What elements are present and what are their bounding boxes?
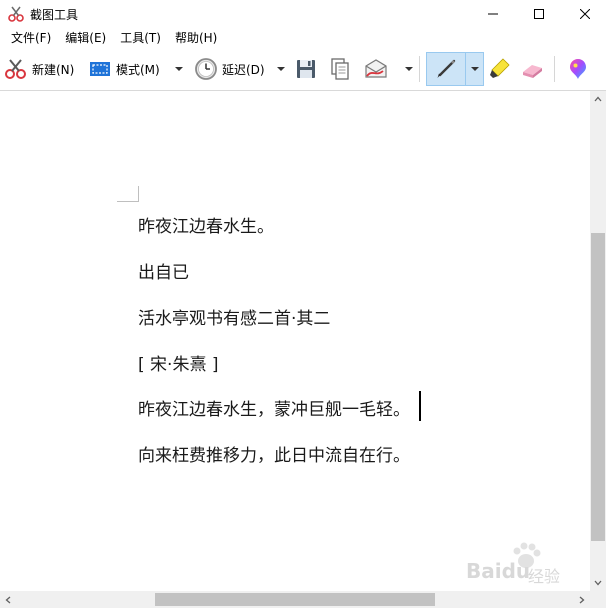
doc-line: 昨夜江边春水生，蒙冲巨舰一毛轻。 [138,400,410,420]
menu-edit[interactable]: 编辑(E) [58,28,113,48]
menu-tools[interactable]: 工具(T) [113,28,168,48]
maximize-icon [534,9,544,19]
doc-line: 向来枉费推移力，此日中流自在行。 [138,446,410,466]
pen-tool-divider [465,52,466,86]
new-button-label: 新建(N) [32,62,75,77]
snip-canvas[interactable]: 昨夜江边春水生。 出自已 活水亭观书有感二首·其二 [ 宋·朱熹 ] 昨夜江边春… [0,91,590,591]
pen-dropdown-icon[interactable] [470,65,480,73]
menu-help[interactable]: 帮助(H) [168,28,224,48]
vertical-scrollbar[interactable] [590,91,606,591]
close-icon [580,9,590,19]
save-button[interactable] [294,48,318,90]
edit-with-paint3d-button[interactable] [566,48,590,90]
pen-icon [437,59,456,78]
scissors-icon [5,59,26,79]
doc-line: 活水亭观书有感二首·其二 [138,309,331,329]
copy-icon [331,58,349,80]
highlighter-icon [490,58,510,78]
eraser-button[interactable] [520,48,544,90]
watermark-subtext: 经验 [528,567,561,586]
highlighter-button[interactable] [487,48,511,90]
vertical-scroll-thumb[interactable] [591,233,605,541]
paint3d-icon [570,59,586,79]
send-snip-button[interactable] [364,48,388,90]
pen-button[interactable] [434,48,458,90]
horizontal-scrollbar[interactable] [0,591,590,608]
chevron-down-icon [594,580,602,586]
page-corner-mark [117,186,139,202]
menu-file[interactable]: 文件(F) [4,28,58,48]
send-dropdown-icon[interactable] [404,65,414,73]
new-button[interactable]: 新建(N) [4,48,74,90]
mode-dropdown-icon[interactable] [174,65,184,73]
chevron-left-icon [5,596,11,603]
doc-line: [ 宋·朱熹 ] [138,355,219,375]
chevron-up-icon [594,96,602,102]
email-icon [365,59,387,78]
toolbar-separator [554,56,555,82]
scroll-right-button[interactable] [574,591,590,608]
baidu-watermark: Baidu 经验 [466,541,576,587]
clock-icon [195,58,217,80]
horizontal-scroll-thumb[interactable] [155,593,435,606]
copy-button[interactable] [328,48,352,90]
delay-button[interactable]: 延迟(D) [194,48,265,90]
scissors-icon [7,5,25,23]
close-button[interactable] [562,0,606,28]
scrollbar-corner [590,591,606,608]
title-bar: 截图工具 [0,0,606,28]
toolbar-separator [419,56,420,82]
text-caret [419,391,421,421]
eraser-icon [523,65,542,78]
toolbar: 新建(N) 模式(M) 延迟(D) [0,48,606,90]
doc-line: 出自已 [138,263,189,283]
menu-bar: 文件(F) 编辑(E) 工具(T) 帮助(H) [0,28,606,48]
chevron-right-icon [579,596,585,603]
watermark-text: Baidu [466,559,531,583]
minimize-icon [488,13,498,15]
rectangle-snip-icon [90,62,110,76]
doc-line: 昨夜江边春水生。 [138,217,274,237]
mode-button[interactable]: 模式(M) [88,48,160,90]
minimize-button[interactable] [470,0,516,28]
save-icon [297,60,315,78]
delay-dropdown-icon[interactable] [276,65,286,73]
window-title: 截图工具 [30,8,79,22]
maximize-button[interactable] [516,0,562,28]
scroll-up-button[interactable] [590,91,606,107]
scroll-down-button[interactable] [590,575,606,591]
delay-button-label: 延迟(D) [222,62,265,77]
scroll-left-button[interactable] [0,591,16,608]
mode-button-label: 模式(M) [116,62,160,77]
